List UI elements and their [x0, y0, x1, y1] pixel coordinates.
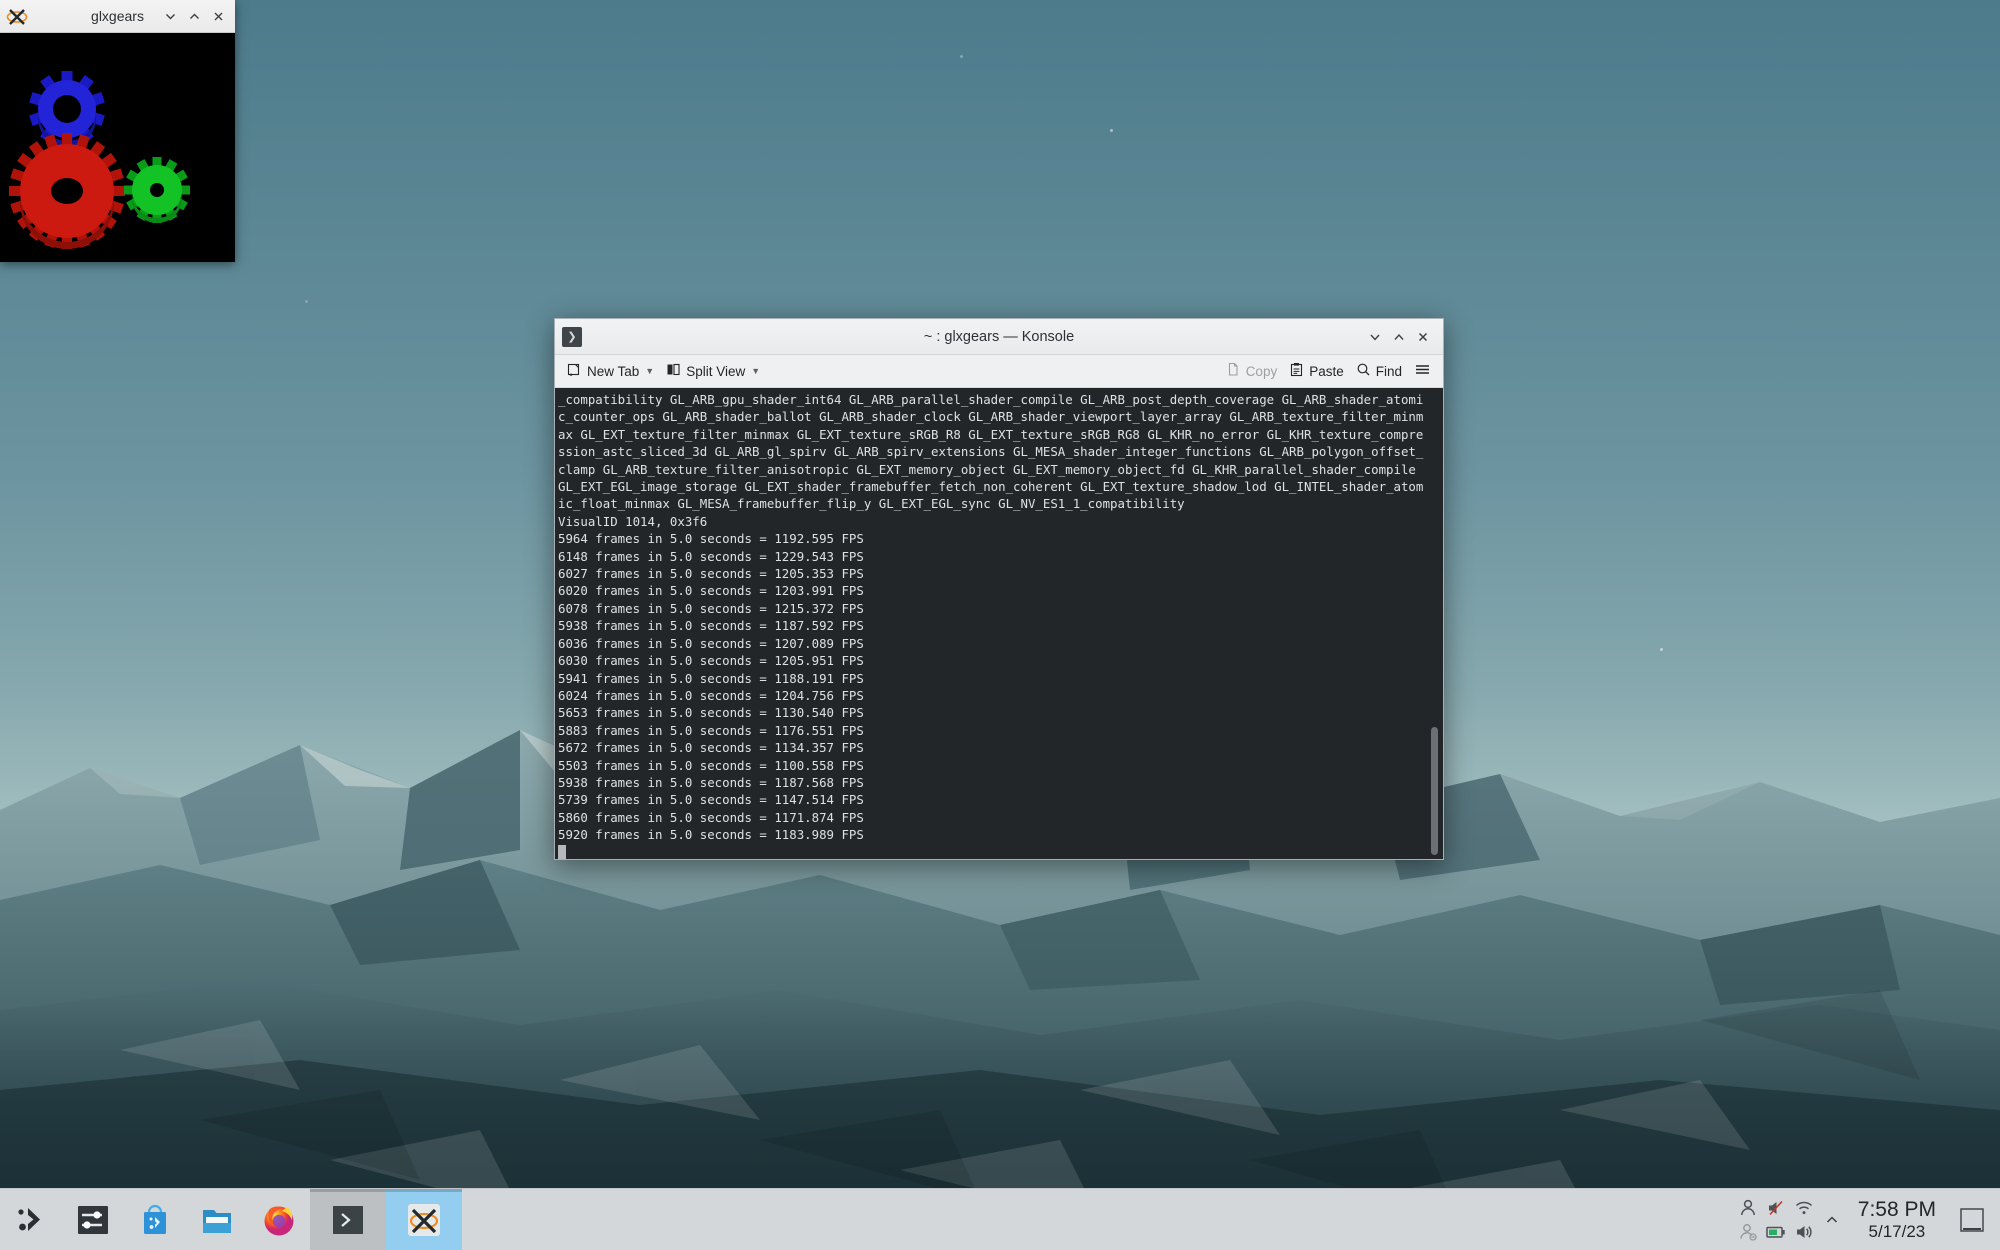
new-tab-label: New Tab	[587, 364, 639, 379]
paste-icon	[1289, 362, 1304, 380]
tray-icon-grid	[1734, 1196, 1818, 1244]
maximize-button[interactable]	[183, 5, 205, 27]
konsole-titlebar[interactable]: ❯ ~ : glxgears — Konsole	[555, 319, 1443, 355]
konsole-terminal-area[interactable]: _compatibility GL_ARB_gpu_shader_int64 G…	[555, 388, 1443, 859]
terminal-icon: ❯	[562, 327, 582, 347]
x-application-icon	[4, 3, 30, 29]
glxgears-window[interactable]: glxgears	[0, 0, 235, 262]
show-desktop-button[interactable]	[1950, 1205, 1994, 1235]
close-button[interactable]	[1411, 325, 1435, 349]
terminal-scrollbar[interactable]	[1430, 392, 1439, 855]
close-button[interactable]	[207, 5, 229, 27]
konsole-toolbar: New Tab ▼ Split View ▼	[555, 355, 1443, 388]
sky-speck	[960, 55, 963, 58]
firefox-icon	[261, 1202, 297, 1238]
task-glxgears[interactable]	[386, 1189, 462, 1250]
person-icon[interactable]	[1737, 1197, 1759, 1219]
paste-label: Paste	[1309, 364, 1344, 379]
terminal-icon	[330, 1202, 366, 1238]
kickoff-application-launcher[interactable]	[0, 1189, 62, 1250]
red-gear	[9, 133, 125, 249]
split-view-icon	[666, 362, 681, 380]
konsole-window-controls	[1363, 325, 1443, 349]
new-tab-button[interactable]: New Tab ▼	[561, 359, 660, 383]
konsole-title: ~ : glxgears — Konsole	[555, 329, 1443, 345]
clock-time: 7:58 PM	[1858, 1198, 1936, 1222]
find-button[interactable]: Find	[1350, 359, 1408, 383]
hamburger-icon	[1414, 362, 1431, 380]
split-view-label: Split View	[686, 364, 745, 379]
copy-button[interactable]: Copy	[1220, 359, 1284, 383]
search-icon	[1356, 362, 1371, 380]
sky-speck	[1660, 648, 1663, 651]
clock-date: 5/17/23	[1858, 1222, 1936, 1241]
x-application-icon	[406, 1202, 442, 1238]
glxgears-gl-canvas[interactable]	[0, 33, 235, 262]
hamburger-menu-button[interactable]	[1408, 359, 1437, 383]
sky-speck	[305, 300, 308, 303]
new-tab-icon	[567, 362, 582, 380]
speaker-icon[interactable]	[1793, 1221, 1815, 1243]
dolphin-file-manager-launcher[interactable]	[186, 1189, 248, 1250]
glxgears-window-controls	[159, 5, 235, 27]
desktop[interactable]: glxgears	[0, 0, 2000, 1250]
digital-clock[interactable]: 7:58 PM 5/17/23	[1846, 1198, 1948, 1241]
glxgears-titlebar[interactable]: glxgears	[0, 0, 235, 33]
maximize-button[interactable]	[1387, 325, 1411, 349]
task-konsole[interactable]	[310, 1189, 386, 1250]
system-settings-launcher[interactable]	[62, 1189, 124, 1250]
show-hidden-tray-items-button[interactable]	[1820, 1212, 1844, 1228]
system-tray: 7:58 PM 5/17/23	[1734, 1189, 2000, 1250]
firefox-launcher[interactable]	[248, 1189, 310, 1250]
kde-logo-icon	[14, 1203, 48, 1237]
copy-label: Copy	[1246, 364, 1278, 379]
speaker-muted-icon[interactable]	[1765, 1197, 1787, 1219]
green-gear	[124, 157, 190, 223]
discover-launcher[interactable]	[124, 1189, 186, 1250]
folder-icon	[200, 1203, 234, 1237]
chevron-down-icon[interactable]: ▼	[751, 366, 760, 376]
minimize-button[interactable]	[159, 5, 181, 27]
copy-icon	[1226, 362, 1241, 380]
minimize-button[interactable]	[1363, 325, 1387, 349]
sky-speck	[1110, 129, 1113, 132]
find-label: Find	[1376, 364, 1402, 379]
battery-icon[interactable]	[1765, 1221, 1787, 1243]
shopping-bag-icon	[138, 1203, 172, 1237]
split-view-button[interactable]: Split View ▼	[660, 359, 766, 383]
sliders-icon	[76, 1203, 110, 1237]
scrollbar-thumb[interactable]	[1431, 727, 1438, 855]
konsole-window[interactable]: ❯ ~ : glxgears — Konsole	[554, 318, 1444, 860]
wifi-icon[interactable]	[1793, 1197, 1815, 1219]
taskbar-panel[interactable]: 7:58 PM 5/17/23	[0, 1188, 2000, 1250]
terminal-cursor	[558, 845, 566, 859]
paste-button[interactable]: Paste	[1283, 359, 1350, 383]
person-minus-icon[interactable]	[1737, 1221, 1759, 1243]
chevron-down-icon[interactable]: ▼	[645, 366, 654, 376]
terminal-output: _compatibility GL_ARB_gpu_shader_int64 G…	[558, 391, 1443, 844]
